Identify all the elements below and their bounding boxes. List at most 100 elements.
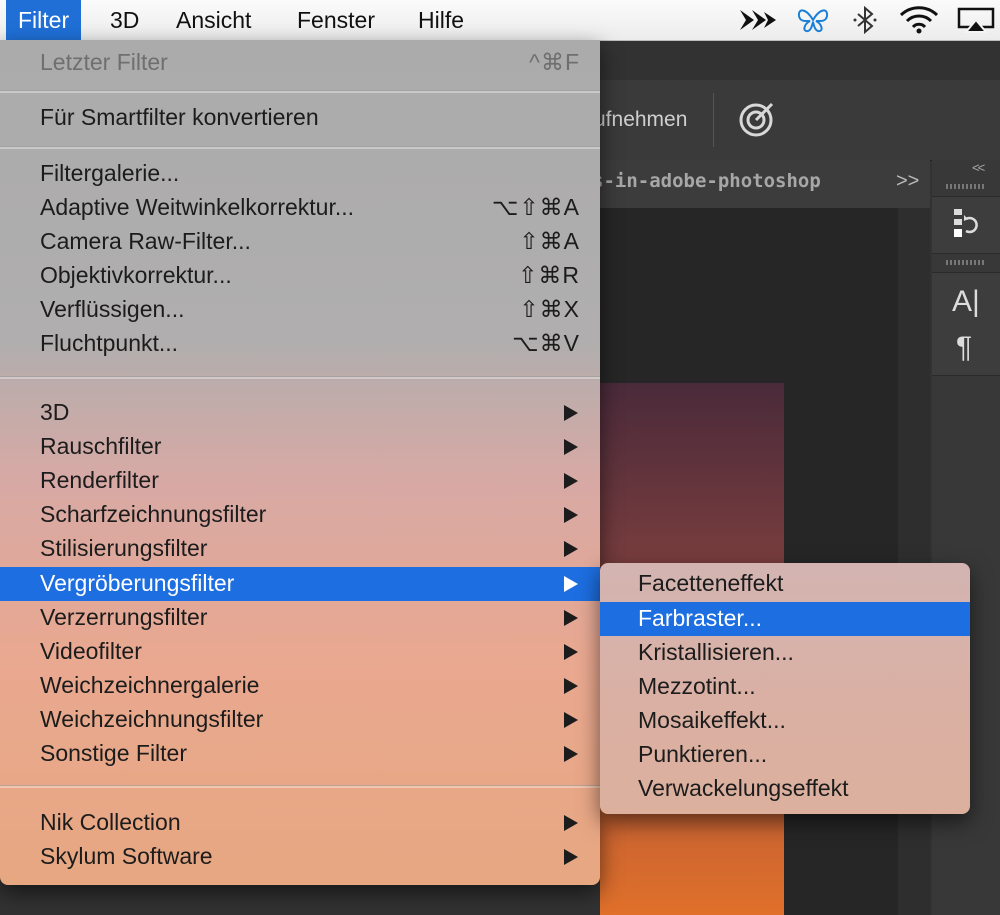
menu-item-label: Vergröberungsfilter: [40, 570, 235, 596]
menu-item-label: Stilisierungsfilter: [40, 535, 208, 561]
menu-item-label: Filtergalerie...: [40, 160, 180, 186]
shortcut-label: ⇧⌘X: [519, 296, 580, 322]
menu-item-label: Renderfilter: [40, 467, 159, 493]
menu-item-label: 3D: [40, 399, 70, 425]
menu-item-last-filter: Letzter Filter ^⌘F: [0, 46, 600, 80]
menu-item-smartfilter[interactable]: Für Smartfilter konvertieren: [0, 101, 600, 135]
menu-separator: [0, 90, 600, 93]
shortcut-label: ^⌘F: [529, 49, 580, 75]
menu-item-stilisierungsfilter[interactable]: Stilisierungsfilter: [0, 532, 600, 566]
menu-item-sonstige-filter[interactable]: Sonstige Filter: [0, 737, 600, 771]
menu-item-renderfilter[interactable]: Renderfilter: [0, 464, 600, 498]
shortcut-label: ⇧⌘R: [518, 262, 580, 288]
submenu-arrow-icon: [564, 712, 578, 728]
menu-item-label: Sonstige Filter: [40, 740, 188, 766]
menu-item-label: Kristallisieren...: [638, 639, 794, 665]
options-divider: [713, 93, 714, 147]
menu-3d[interactable]: 3D: [98, 0, 151, 40]
wifi-icon[interactable]: [898, 6, 940, 34]
menu-item-label: Camera Raw-Filter...: [40, 228, 251, 254]
menu-hilfe[interactable]: Hilfe: [406, 0, 476, 40]
submenu-item-farbraster[interactable]: Farbraster...: [600, 602, 970, 636]
menu-item-label: Für Smartfilter konvertieren: [40, 104, 319, 130]
menu-item-label: Farbraster...: [638, 605, 762, 631]
shortcut-label: ⌥⌘V: [512, 330, 580, 356]
menu-item-skylum-software[interactable]: Skylum Software: [0, 840, 600, 874]
submenu-arrow-icon: [564, 678, 578, 694]
filter-menu: Letzter Filter ^⌘F Für Smartfilter konve…: [0, 40, 600, 885]
submenu-item-mezzotint[interactable]: Mezzotint...: [600, 670, 970, 704]
panel-grip[interactable]: [946, 184, 984, 189]
menu-ansicht[interactable]: Ansicht: [164, 0, 263, 40]
menu-item-label: Verzerrungsfilter: [40, 604, 208, 630]
submenu-item-punktieren[interactable]: Punktieren...: [600, 738, 970, 772]
submenu-arrow-icon: [564, 644, 578, 660]
submenu-item-mosaikeffekt[interactable]: Mosaikeffekt...: [600, 704, 970, 738]
menu-item-label: Facetteneffekt: [638, 570, 784, 596]
menu-item-label: Nik Collection: [40, 809, 181, 835]
submenu-arrow-icon: [564, 405, 578, 421]
submenu-arrow-icon: [564, 507, 578, 523]
menu-item-adaptive-weitwinkel[interactable]: Adaptive Weitwinkelkorrektur... ⌥⇧⌘A: [0, 191, 600, 225]
menu-item-label: Mezzotint...: [638, 673, 756, 699]
menu-item-rauschfilter[interactable]: Rauschfilter: [0, 430, 600, 464]
submenu-arrow-icon: [564, 746, 578, 762]
bluetooth-icon[interactable]: [852, 6, 878, 34]
menu-item-verfluessigen[interactable]: Verflüssigen... ⇧⌘X: [0, 293, 600, 327]
menu-item-scharfzeichnungsfilter[interactable]: Scharfzeichnungsfilter: [0, 498, 600, 532]
menu-item-label: Skylum Software: [40, 843, 213, 869]
submenu-arrow-icon: [564, 473, 578, 489]
menu-item-fluchtpunkt[interactable]: Fluchtpunkt... ⌥⌘V: [0, 327, 600, 361]
arrows-app-icon[interactable]: [738, 6, 778, 34]
menu-item-label: Weichzeichnergalerie: [40, 672, 260, 698]
paragraph-panel-icon[interactable]: ¶: [956, 331, 972, 365]
menu-item-label: Mosaikeffekt...: [638, 707, 786, 733]
menu-item-verzerrungsfilter[interactable]: Verzerrungsfilter: [0, 601, 600, 635]
menu-separator: [0, 376, 600, 379]
submenu-item-kristallisieren[interactable]: Kristallisieren...: [600, 636, 970, 670]
menu-item-label: Fluchtpunkt...: [40, 330, 179, 356]
menu-item-label: Verflüssigen...: [40, 296, 185, 322]
panel-grip-2[interactable]: [946, 260, 984, 265]
menu-item-label: Objektivkorrektur...: [40, 262, 232, 288]
menu-item-vergroeberungsfilter[interactable]: Vergröberungsfilter: [0, 567, 600, 601]
menu-item-label: Letzter Filter: [40, 49, 168, 75]
submenu-item-verwackelungseffekt[interactable]: Verwackelungseffekt: [600, 772, 970, 806]
menu-item-3d[interactable]: 3D: [0, 396, 600, 430]
character-panel-icon[interactable]: A|: [952, 285, 980, 319]
menu-item-filtergalerie[interactable]: Filtergalerie...: [0, 157, 600, 191]
submenu-arrow-icon: [564, 849, 578, 865]
menu-fenster[interactable]: Fenster: [285, 0, 387, 40]
menu-separator: [0, 785, 600, 788]
menu-item-label: Rauschfilter: [40, 433, 162, 459]
panel-group-text: A| ¶: [932, 272, 1000, 376]
menu-filter[interactable]: Filter: [6, 0, 82, 40]
menu-item-weichzeichnergalerie[interactable]: Weichzeichnergalerie: [0, 669, 600, 703]
collapse-panels-button[interactable]: <<: [972, 160, 985, 175]
menu-item-label: Adaptive Weitwinkelkorrektur...: [40, 194, 355, 220]
document-tab-bar: s-in-adobe-photoshop >>: [600, 160, 930, 208]
menu-item-label: Punktieren...: [638, 741, 768, 767]
menu-item-label: Scharfzeichnungsfilter: [40, 501, 267, 527]
submenu-arrow-icon: [564, 610, 578, 626]
menu-separator: [0, 146, 600, 149]
menu-item-camera-raw[interactable]: Camera Raw-Filter... ⇧⌘A: [0, 225, 600, 259]
options-bar-text: ufnehmen: [594, 108, 688, 131]
butterfly-app-icon[interactable]: [796, 6, 830, 34]
document-tab[interactable]: s-in-adobe-photoshop: [600, 170, 880, 192]
submenu-arrow-icon: [564, 576, 578, 592]
vergroeberungsfilter-submenu: Facetteneffekt Farbraster... Kristallisi…: [600, 563, 970, 814]
submenu-item-facetteneffekt[interactable]: Facetteneffekt: [600, 567, 970, 601]
target-icon[interactable]: [738, 100, 776, 138]
menu-item-label: Verwackelungseffekt: [638, 775, 849, 801]
menu-item-nik-collection[interactable]: Nik Collection: [0, 806, 600, 840]
menu-item-weichzeichnungsfilter[interactable]: Weichzeichnungsfilter: [0, 703, 600, 737]
airplay-icon[interactable]: [956, 6, 996, 34]
panel-group-history: [932, 196, 1000, 254]
menu-item-label: Weichzeichnungsfilter: [40, 706, 264, 732]
history-icon[interactable]: [952, 207, 980, 241]
menu-item-objektivkorrektur[interactable]: Objektivkorrektur... ⇧⌘R: [0, 259, 600, 293]
more-tabs-button[interactable]: >>: [896, 170, 919, 193]
menu-item-videofilter[interactable]: Videofilter: [0, 635, 600, 669]
shortcut-label: ⌥⇧⌘A: [491, 194, 580, 220]
